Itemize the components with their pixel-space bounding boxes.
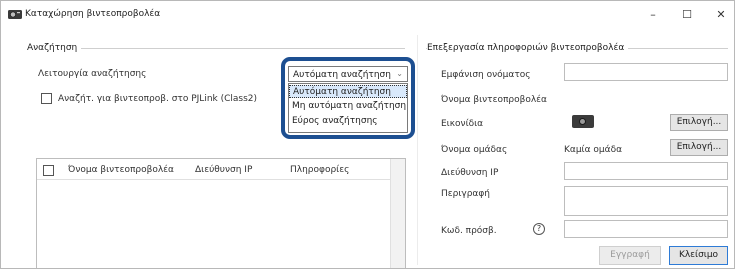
password-input[interactable] bbox=[564, 220, 728, 238]
ip-address-label: Διεύθυνση IP bbox=[441, 168, 499, 178]
table-header-divider bbox=[37, 179, 390, 180]
search-group-divider bbox=[29, 48, 405, 49]
dropdown-highlight-callout bbox=[281, 57, 415, 139]
window-title: Καταχώρηση βιντεοπροβολέα bbox=[25, 9, 161, 19]
search-group-title: Αναζήτηση bbox=[27, 43, 82, 53]
column-header-projector-name[interactable]: Όνομα βιντεοπροβολέα bbox=[68, 165, 174, 175]
column-header-ip-address[interactable]: Διεύθυνση IP bbox=[195, 165, 252, 175]
icon-select-button[interactable]: Επιλογή... bbox=[670, 114, 728, 131]
maximize-button[interactable]: ☐ bbox=[672, 5, 702, 25]
close-window-button[interactable]: ✕ bbox=[706, 5, 734, 25]
display-name-label: Εμφάνιση ονόματος bbox=[441, 70, 531, 80]
projector-app-icon bbox=[8, 10, 22, 19]
projector-table: Όνομα βιντεοπροβολέα Διεύθυνση IP Πληροφ… bbox=[36, 158, 406, 268]
pjlink-checkbox-label: Αναζήτ. για βιντεοπροβ. στο PJLink (Clas… bbox=[58, 94, 258, 104]
password-label: Κωδ. πρόσβ. bbox=[441, 226, 497, 236]
table-vertical-scrollbar[interactable] bbox=[390, 159, 405, 268]
pane-divider bbox=[417, 35, 418, 265]
pjlink-checkbox[interactable] bbox=[41, 93, 52, 104]
group-name-value: Καμία ομάδα bbox=[564, 145, 623, 155]
column-header-information[interactable]: Πληροφορίες bbox=[290, 165, 349, 175]
close-button[interactable]: Κλείσιμο bbox=[669, 246, 728, 265]
select-all-checkbox[interactable] bbox=[43, 165, 54, 176]
help-icon[interactable]: ? bbox=[533, 223, 545, 235]
projector-icon bbox=[572, 115, 594, 128]
register-button[interactable]: Εγγραφή bbox=[599, 246, 661, 265]
icon-label: Εικονίδια bbox=[441, 119, 484, 129]
edit-group-title: Επεξεργασία πληροφοριών βιντεοπροβολέα bbox=[427, 43, 629, 53]
title-bar: Καταχώρηση βιντεοπροβολέα – ☐ ✕ bbox=[1, 1, 734, 29]
group-select-button[interactable]: Επιλογή... bbox=[670, 139, 728, 156]
search-mode-label: Λειτουργία αναζήτησης bbox=[38, 69, 147, 79]
ip-address-input[interactable] bbox=[564, 162, 728, 180]
description-input[interactable] bbox=[564, 186, 728, 216]
projector-name-label: Όνομα βιντεοπροβολέα bbox=[441, 95, 547, 105]
description-label: Περιγραφή bbox=[441, 189, 491, 199]
group-name-label: Όνομα ομάδας bbox=[441, 145, 508, 155]
minimize-button[interactable]: – bbox=[638, 5, 668, 25]
registration-window: Καταχώρηση βιντεοπροβολέα – ☐ ✕ Αναζήτησ… bbox=[0, 0, 735, 269]
display-name-input[interactable] bbox=[564, 63, 728, 81]
